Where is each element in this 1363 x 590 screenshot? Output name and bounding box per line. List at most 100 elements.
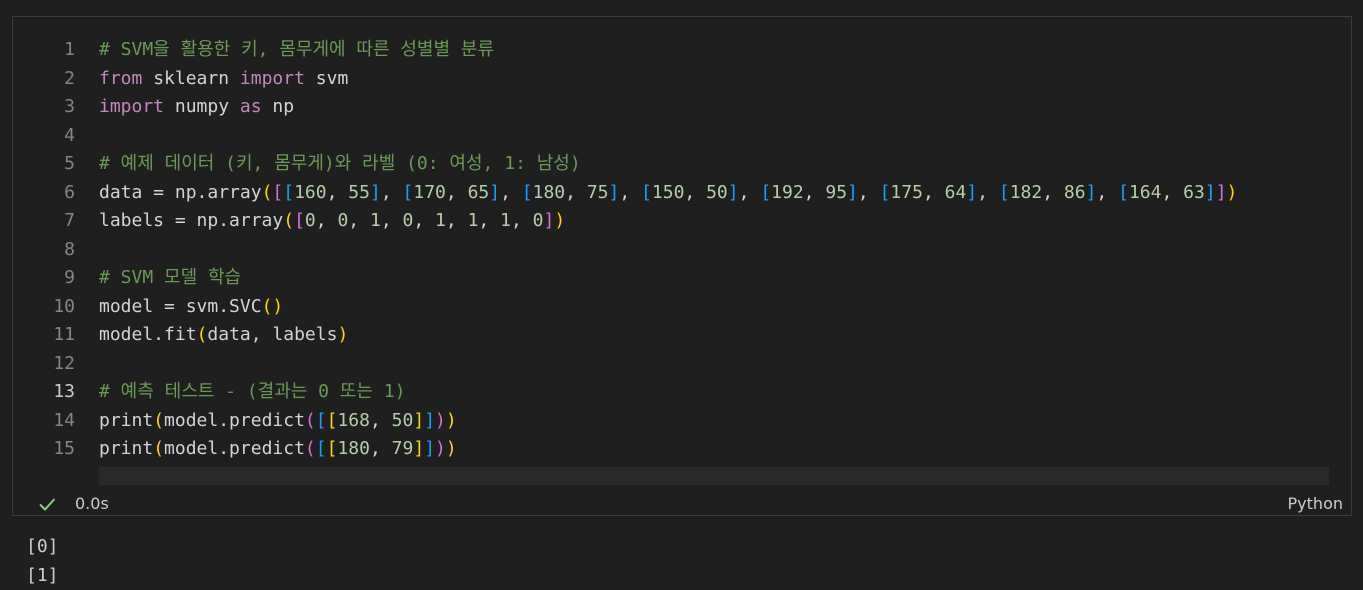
code-token: 65 <box>467 181 490 203</box>
code-token: [ <box>402 181 414 203</box>
code-token: model.predict <box>164 409 305 431</box>
code-line[interactable]: 12 <box>13 350 99 378</box>
code-text: model.fit(data, labels) <box>99 321 348 349</box>
code-token: ] <box>413 409 425 431</box>
code-token: # 예측 테스트 - (결과는 0 또는 1) <box>99 381 406 402</box>
code-token: , <box>1161 181 1184 203</box>
code-line[interactable]: 10 model = svm.SVC() <box>13 293 283 321</box>
code-line[interactable]: 11 model.fit(data, labels) <box>13 321 348 349</box>
line-number: 8 <box>64 238 75 260</box>
code-token: , <box>413 210 436 231</box>
code-token: 1 <box>369 210 381 231</box>
code-line[interactable]: 15 print(model.predict([[180, 79]])) <box>13 435 457 463</box>
code-token: , <box>326 181 349 203</box>
code-line[interactable]: 5 # 예제 데이터 (키, 몸무게)와 라벨 (0: 여성, 1: 남성) <box>13 150 581 178</box>
code-token: ] <box>424 409 436 431</box>
code-token: 1 <box>435 210 446 231</box>
code-token: labels = np.array <box>99 210 284 231</box>
code-token: 164 <box>1128 181 1162 203</box>
language-label[interactable]: Python <box>1288 494 1343 513</box>
code-token: print <box>99 438 154 459</box>
code-token: # 예제 데이터 (키, 몸무게)와 라벨 (0: 여성, 1: 남성) <box>99 153 581 174</box>
code-token: , <box>510 210 533 231</box>
code-token: 50 <box>706 181 728 203</box>
code-token: , <box>478 210 501 231</box>
code-token: 1 <box>467 210 479 231</box>
code-line[interactable]: 6 data = np.array([[160, 55], [170, 65], … <box>13 179 1237 207</box>
code-token: ( <box>261 181 273 203</box>
line-number: 2 <box>64 67 75 89</box>
code-token: [ <box>879 181 891 203</box>
code-token: ) <box>445 438 457 459</box>
code-token: , <box>803 181 826 203</box>
code-token: 160 <box>294 181 327 203</box>
code-token: ( <box>304 409 316 431</box>
line-number: 10 <box>53 295 75 317</box>
code-token: ] <box>608 181 620 203</box>
code-token: ] <box>413 438 425 459</box>
code-token: , <box>565 181 587 203</box>
code-token: 175 <box>890 181 923 203</box>
code-token: , <box>1096 181 1119 203</box>
code-token: ( <box>153 409 165 431</box>
code-token: 168 <box>337 409 370 431</box>
code-token: # SVM을 활용한 키, 몸무게에 따른 성별별 분류 <box>99 39 495 60</box>
code-token: import <box>239 67 305 89</box>
code-token: ) <box>272 295 284 317</box>
code-token: ( <box>283 210 295 231</box>
code-line[interactable]: 9 # SVM 모델 학습 <box>13 264 241 292</box>
code-token: ) <box>435 409 446 431</box>
line-number: 13 <box>53 381 75 402</box>
code-token: , <box>380 181 403 203</box>
code-token: , <box>369 438 392 459</box>
code-token: ] <box>847 181 858 203</box>
code-token: model = svm.SVC <box>99 295 262 317</box>
code-line[interactable]: 2 from sklearn import svm <box>13 65 348 93</box>
code-token: ] <box>1204 181 1216 203</box>
line-number: 6 <box>64 181 75 203</box>
line-number: 5 <box>64 153 75 174</box>
code-text: # 예측 테스트 - (결과는 0 또는 1) <box>99 378 405 406</box>
code-line[interactable]: 14 print(model.predict([[168, 50]])) <box>13 407 456 435</box>
code-line[interactable]: 3 import numpy as np <box>13 93 294 121</box>
code-editor[interactable]: 1 # SVM을 활용한 키, 몸무게에 따른 성별별 분류 2 from sklea… <box>13 17 1351 491</box>
code-token: print <box>99 409 154 431</box>
code-line[interactable]: 13 # 예측 테스트 - (결과는 0 또는 1) <box>13 378 405 406</box>
line-number: 7 <box>64 210 75 231</box>
notebook-cell[interactable]: 1 # SVM을 활용한 키, 몸무게에 따른 성별별 분류 2 from sklea… <box>12 16 1352 516</box>
code-token: [ <box>283 181 295 203</box>
line-number: 14 <box>53 409 75 431</box>
code-token: ( <box>304 438 316 459</box>
code-token: # SVM 모델 학습 <box>99 267 242 288</box>
code-line[interactable]: 8 <box>13 236 99 264</box>
code-token: , <box>380 210 403 231</box>
code-token: ( <box>153 438 165 459</box>
code-token: 79 <box>391 438 414 459</box>
code-token: 95 <box>825 181 848 203</box>
code-token: ] <box>966 181 978 203</box>
code-token: , <box>315 210 338 231</box>
line-number: 9 <box>64 267 75 288</box>
check-icon <box>39 498 56 511</box>
code-line[interactable]: 4 <box>13 122 99 150</box>
code-token: model.predict <box>164 438 305 459</box>
code-token: [ <box>326 409 338 431</box>
code-line[interactable]: 1 # SVM을 활용한 키, 몸무게에 따른 성별별 분류 <box>13 36 494 64</box>
code-token: 86 <box>1063 181 1086 203</box>
code-token: ] <box>1215 181 1227 203</box>
code-line[interactable]: 7 labels = np.array([0, 0, 1, 0, 1, 1, 1,… <box>13 207 565 235</box>
code-token: [ <box>641 181 652 203</box>
code-token: 180 <box>532 181 566 203</box>
code-token: ] <box>424 438 436 459</box>
code-token: 63 <box>1183 181 1205 203</box>
code-token: ) <box>1226 181 1238 203</box>
line-number: 3 <box>64 96 75 117</box>
code-token: , <box>738 181 761 203</box>
code-token: 50 <box>391 409 414 431</box>
code-token: , <box>922 181 945 203</box>
line-number: 11 <box>53 324 75 345</box>
code-token: 0 <box>304 210 316 231</box>
code-token: 170 <box>413 181 446 203</box>
code-token: [ <box>272 181 284 203</box>
code-token: ) <box>435 438 446 459</box>
